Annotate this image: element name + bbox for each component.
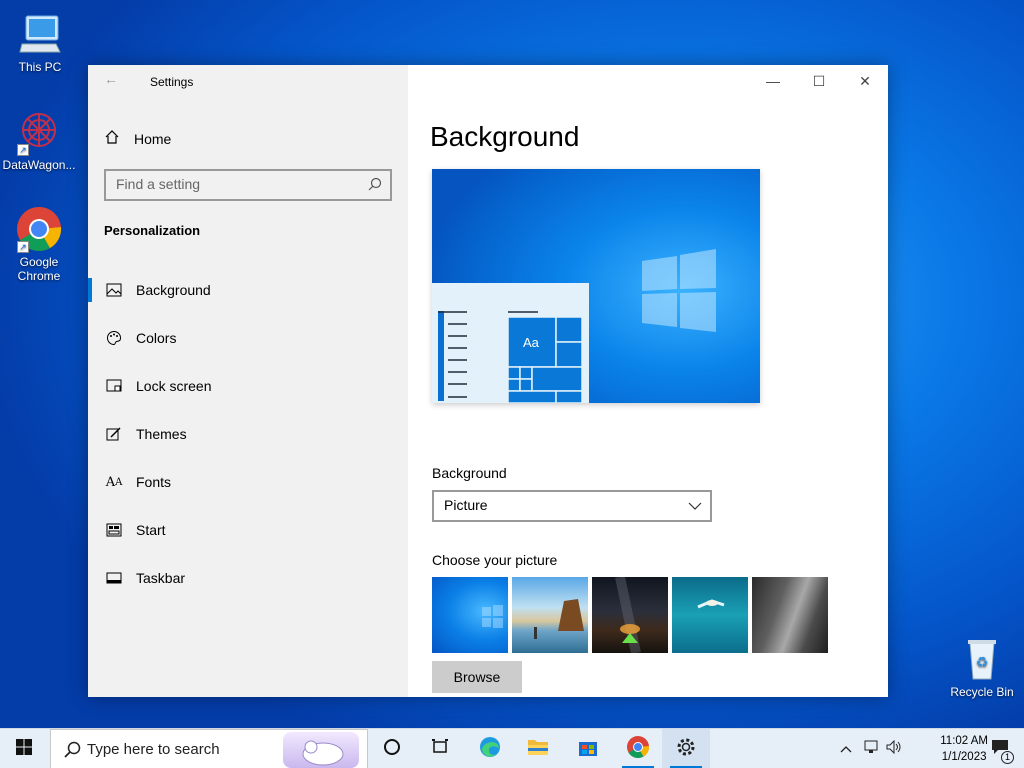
- chevron-down-icon: [688, 498, 702, 514]
- sidebar-item-label: Themes: [136, 426, 187, 442]
- desktop-icon-label: DataWagon...: [2, 158, 76, 172]
- desktop-icon-label: This PC: [18, 60, 62, 74]
- taskbar-file-explorer[interactable]: [514, 729, 562, 768]
- sidebar-item-colors[interactable]: Colors: [88, 314, 408, 362]
- lock-screen-icon: [106, 378, 122, 394]
- background-label: Background: [432, 465, 507, 481]
- find-setting-search[interactable]: Find a setting: [104, 169, 392, 201]
- close-icon: ✕: [859, 72, 871, 89]
- start-icon: [106, 522, 122, 538]
- close-button[interactable]: ✕: [842, 65, 888, 97]
- preview-tile-text: Aa: [523, 335, 539, 350]
- chrome-icon: ↗: [15, 205, 63, 253]
- taskbar-edge[interactable]: [466, 729, 514, 768]
- taskbar-chrome[interactable]: [614, 729, 662, 768]
- taskbar-store[interactable]: [564, 729, 612, 768]
- back-arrow-icon[interactable]: ←: [104, 71, 118, 87]
- network-button[interactable]: [860, 729, 882, 768]
- chrome-icon: [626, 735, 650, 764]
- dropdown-value: Picture: [444, 497, 488, 513]
- desktop-icon-google-chrome[interactable]: ↗ Google Chrome: [0, 205, 79, 283]
- thumbnail-windows-blue[interactable]: [432, 577, 508, 653]
- main-panel: — ☐ ✕ Background Aa Background Picture C…: [408, 65, 888, 697]
- taskbar-search-placeholder: Type here to search: [87, 740, 220, 758]
- task-view-button[interactable]: [416, 729, 464, 768]
- sidebar-item-label: Background: [136, 282, 211, 298]
- desktop-icon-datawagon[interactable]: ↗ DataWagon...: [0, 108, 79, 172]
- home-icon: [104, 129, 120, 148]
- window-title: Settings: [150, 75, 194, 89]
- background-type-dropdown[interactable]: Picture: [432, 490, 712, 522]
- desktop-icon-label: Google Chrome: [17, 255, 61, 283]
- chevron-up-icon: [840, 740, 852, 758]
- taskbar: Type here to search 11:02 AM 1/1/2023 1: [0, 728, 1024, 768]
- edge-icon: [478, 735, 502, 764]
- gear-icon: [675, 736, 697, 763]
- sidebar: ← Settings Home Find a setting Personali…: [88, 65, 408, 697]
- picture-icon: [106, 282, 122, 298]
- speaker-icon: [886, 739, 902, 759]
- background-preview: Aa: [432, 169, 760, 403]
- taskbar-search-box[interactable]: Type here to search: [50, 729, 368, 768]
- desktop-icon-this-pc[interactable]: This PC: [0, 10, 80, 74]
- browse-button[interactable]: Browse: [432, 661, 522, 693]
- thumbnail-rock-cliff[interactable]: [752, 577, 828, 653]
- search-placeholder: Find a setting: [116, 176, 201, 192]
- thumbnail-beach-rocks[interactable]: [512, 577, 588, 653]
- sidebar-item-lock-screen[interactable]: Lock screen: [88, 362, 408, 410]
- minimize-button[interactable]: —: [750, 65, 796, 97]
- windows-logo-icon: [15, 738, 33, 761]
- search-icon: [63, 741, 81, 763]
- cortana-button[interactable]: [368, 729, 416, 768]
- store-icon: [577, 736, 599, 763]
- search-icon: [368, 177, 382, 194]
- taskbar-icon: [106, 570, 122, 586]
- start-button[interactable]: [0, 729, 48, 768]
- font-icon: AA: [105, 474, 123, 490]
- page-title: Background: [430, 121, 580, 152]
- sidebar-item-label: Start: [136, 522, 166, 538]
- sidebar-item-label: Taskbar: [136, 570, 186, 586]
- minimize-icon: —: [766, 73, 780, 89]
- show-hidden-icons-button[interactable]: [836, 729, 856, 768]
- sidebar-item-label: Fonts: [136, 474, 172, 490]
- maximize-button[interactable]: ☐: [796, 65, 842, 97]
- notification-count-badge: 1: [1001, 750, 1014, 764]
- sidebar-item-taskbar[interactable]: Taskbar: [88, 554, 408, 602]
- taskbar-settings[interactable]: [662, 729, 710, 768]
- volume-button[interactable]: [882, 729, 906, 768]
- brush-icon: [106, 426, 122, 442]
- sidebar-item-label: Lock screen: [136, 378, 212, 394]
- desktop-icon-label: Recycle Bin: [950, 685, 1014, 699]
- settings-window: ← Settings Home Find a setting Personali…: [88, 65, 888, 697]
- folder-icon: [526, 736, 550, 763]
- task-view-icon: [431, 738, 449, 761]
- shortcut-arrow-icon: ↗: [17, 241, 29, 253]
- sidebar-item-background[interactable]: Background: [88, 266, 408, 314]
- shortcut-arrow-icon: ↗: [17, 144, 29, 156]
- maximize-icon: ☐: [812, 72, 826, 89]
- sidebar-item-themes[interactable]: Themes: [88, 410, 408, 458]
- datawagon-icon: ↗: [15, 108, 63, 156]
- sidebar-item-fonts[interactable]: AA Fonts: [88, 458, 408, 506]
- thumbnail-night-sky-tent[interactable]: [592, 575, 668, 655]
- svg-text:♻: ♻: [976, 654, 989, 670]
- choose-picture-label: Choose your picture: [432, 552, 558, 568]
- sidebar-item-label: Colors: [136, 330, 177, 346]
- cortana-circle-icon: [383, 738, 401, 761]
- home-label: Home: [134, 130, 172, 147]
- computer-icon: [16, 10, 64, 58]
- home-nav[interactable]: Home: [104, 129, 171, 148]
- network-icon: [863, 740, 879, 759]
- recycle-bin-icon: ♻: [958, 635, 1006, 683]
- palette-icon: [106, 330, 122, 346]
- search-highlight-bear-icon: [283, 732, 359, 768]
- sidebar-item-start[interactable]: Start: [88, 506, 408, 554]
- desktop-icon-recycle-bin[interactable]: ♻ Recycle Bin: [942, 635, 1022, 699]
- section-title: Personalization: [104, 223, 201, 238]
- notification-icon: 1: [991, 739, 1014, 764]
- action-center-button[interactable]: 1: [976, 729, 1024, 768]
- thumbnail-underwater-swimmer[interactable]: [672, 577, 748, 653]
